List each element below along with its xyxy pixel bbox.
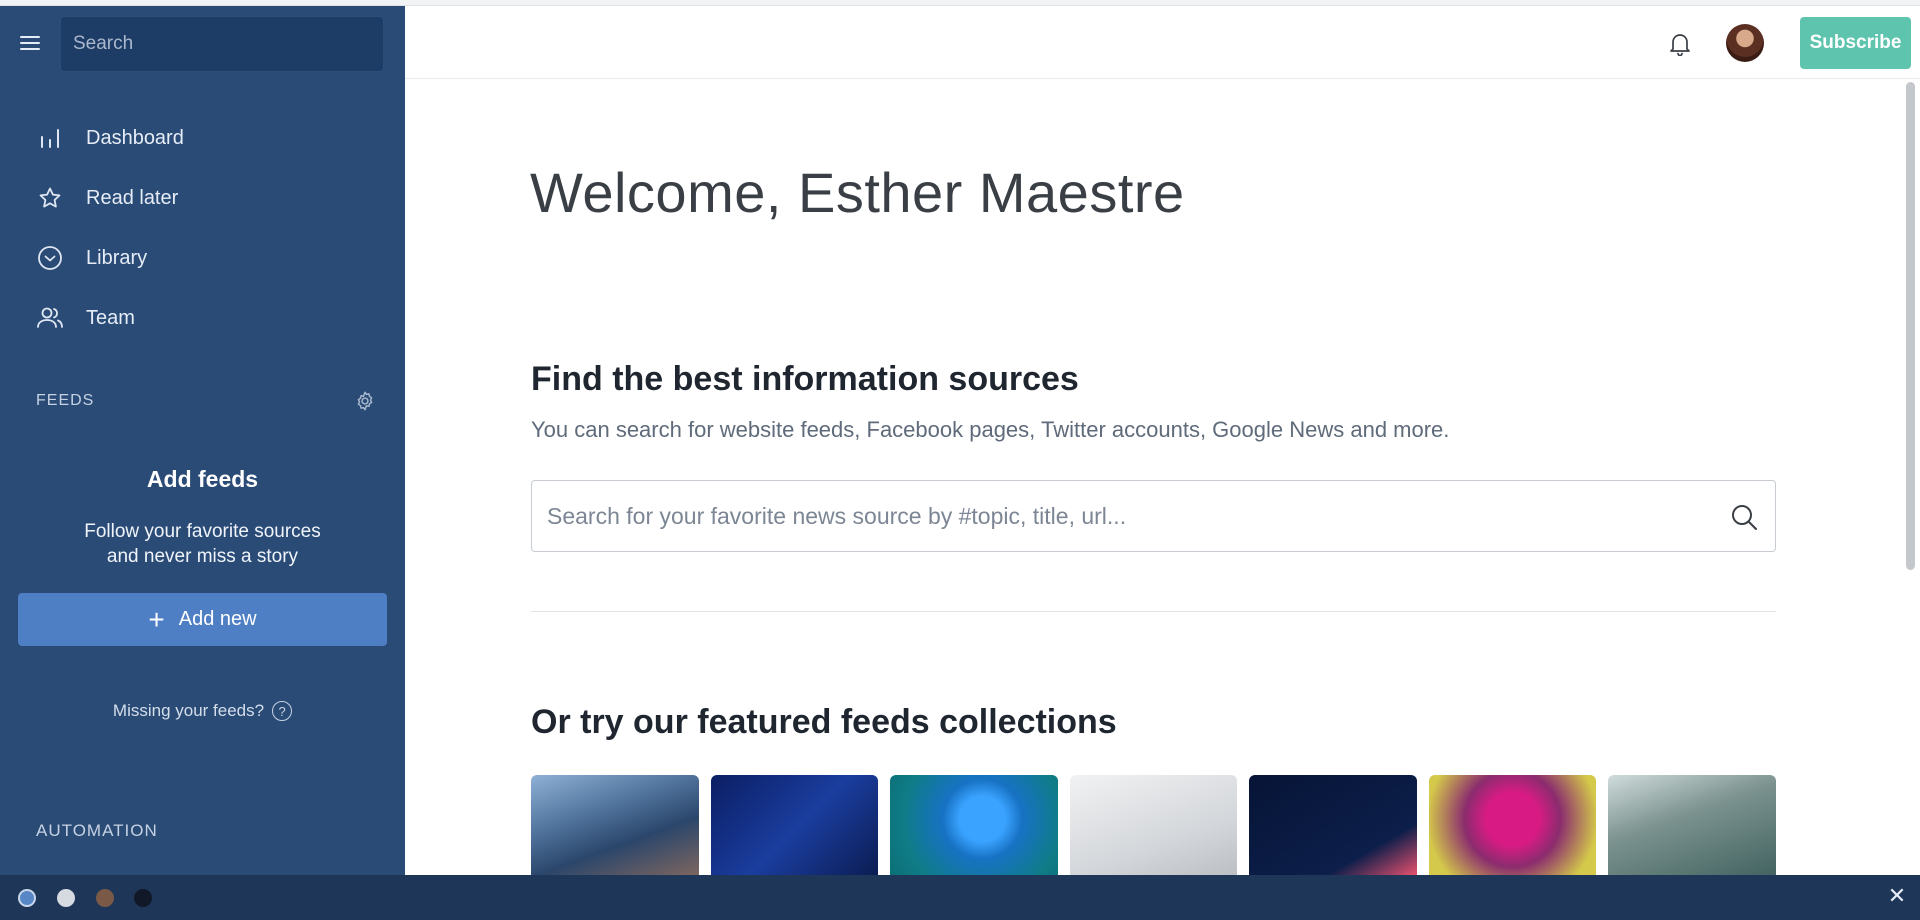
find-sources-description: You can search for website feeds, Facebo… xyxy=(531,417,1450,442)
add-new-label: Add new xyxy=(178,608,257,630)
page-title: Welcome, Esther Maestre xyxy=(530,161,1185,224)
top-header: Subscribe xyxy=(405,6,1920,79)
close-icon[interactable]: ✕ xyxy=(1887,885,1907,907)
star-icon xyxy=(36,184,64,212)
sidebar: Dashboard Read later Library Team FEEDS … xyxy=(0,6,405,876)
sidebar-search-input[interactable] xyxy=(60,16,384,72)
add-feeds-subtitle: Follow your favorite sources and never m… xyxy=(0,519,405,569)
sidebar-item-label: Read later xyxy=(86,186,179,209)
theme-picker-bar: ✕ xyxy=(0,875,1920,920)
plus-icon: + xyxy=(148,603,165,635)
collection-card-mountains[interactable] xyxy=(1608,775,1776,876)
bell-icon[interactable] xyxy=(1669,32,1691,57)
users-icon xyxy=(36,304,64,332)
bar-chart-icon xyxy=(36,124,64,152)
add-feeds-subtitle-line2: and never miss a story xyxy=(106,546,299,567)
hamburger-menu-icon[interactable] xyxy=(20,36,40,50)
missing-feeds-label: Missing your feeds? xyxy=(112,701,265,720)
collection-card-space[interactable] xyxy=(1249,775,1417,876)
sidebar-item-label: Team xyxy=(86,306,135,329)
collection-card-document[interactable] xyxy=(1069,775,1238,876)
sidebar-item-label: Dashboard xyxy=(86,126,184,149)
sidebar-item-library[interactable]: Library xyxy=(0,228,405,288)
sidebar-item-team[interactable]: Team xyxy=(0,288,405,348)
find-sources-heading: Find the best information sources xyxy=(531,360,1079,398)
source-search-box xyxy=(531,480,1776,552)
sidebar-item-label: Library xyxy=(86,246,148,269)
sidebar-item-dashboard[interactable]: Dashboard xyxy=(0,108,405,168)
sidebar-nav: Dashboard Read later Library Team xyxy=(0,108,405,348)
sidebar-top xyxy=(0,6,405,76)
missing-feeds-link[interactable]: Missing your feeds? ? xyxy=(0,701,405,721)
theme-swatch-blue[interactable] xyxy=(18,889,36,907)
subscribe-button[interactable]: Subscribe xyxy=(1800,17,1911,69)
avatar[interactable] xyxy=(1726,24,1764,62)
feeds-section-header: FEEDS xyxy=(36,390,376,412)
check-circle-icon xyxy=(36,244,64,272)
theme-swatch-light[interactable] xyxy=(57,889,75,907)
scrollbar-thumb[interactable] xyxy=(1906,82,1915,570)
gear-icon[interactable] xyxy=(354,390,376,412)
collection-card-colorful[interactable] xyxy=(1428,775,1597,876)
theme-swatch-dark[interactable] xyxy=(134,889,152,907)
feeds-heading: FEEDS xyxy=(36,392,95,409)
theme-swatch-brown[interactable] xyxy=(96,889,114,907)
help-icon[interactable]: ? xyxy=(272,701,293,721)
source-search-input[interactable] xyxy=(547,481,1697,551)
add-new-button[interactable]: + Add new xyxy=(18,593,387,646)
featured-collections-row xyxy=(531,775,1776,876)
collection-card-data[interactable] xyxy=(710,775,879,876)
featured-collections-heading: Or try our featured feeds collections xyxy=(531,703,1117,741)
collection-card-robot-hand[interactable] xyxy=(890,775,1058,876)
add-feeds-title: Add feeds xyxy=(146,466,259,492)
collection-card-city[interactable] xyxy=(531,775,699,876)
add-feeds-subtitle-line1: Follow your favorite sources xyxy=(84,521,321,542)
search-icon[interactable] xyxy=(1730,503,1758,531)
section-divider xyxy=(531,611,1776,612)
sidebar-item-read-later[interactable]: Read later xyxy=(0,168,405,228)
automation-heading: AUTOMATION xyxy=(36,821,158,840)
